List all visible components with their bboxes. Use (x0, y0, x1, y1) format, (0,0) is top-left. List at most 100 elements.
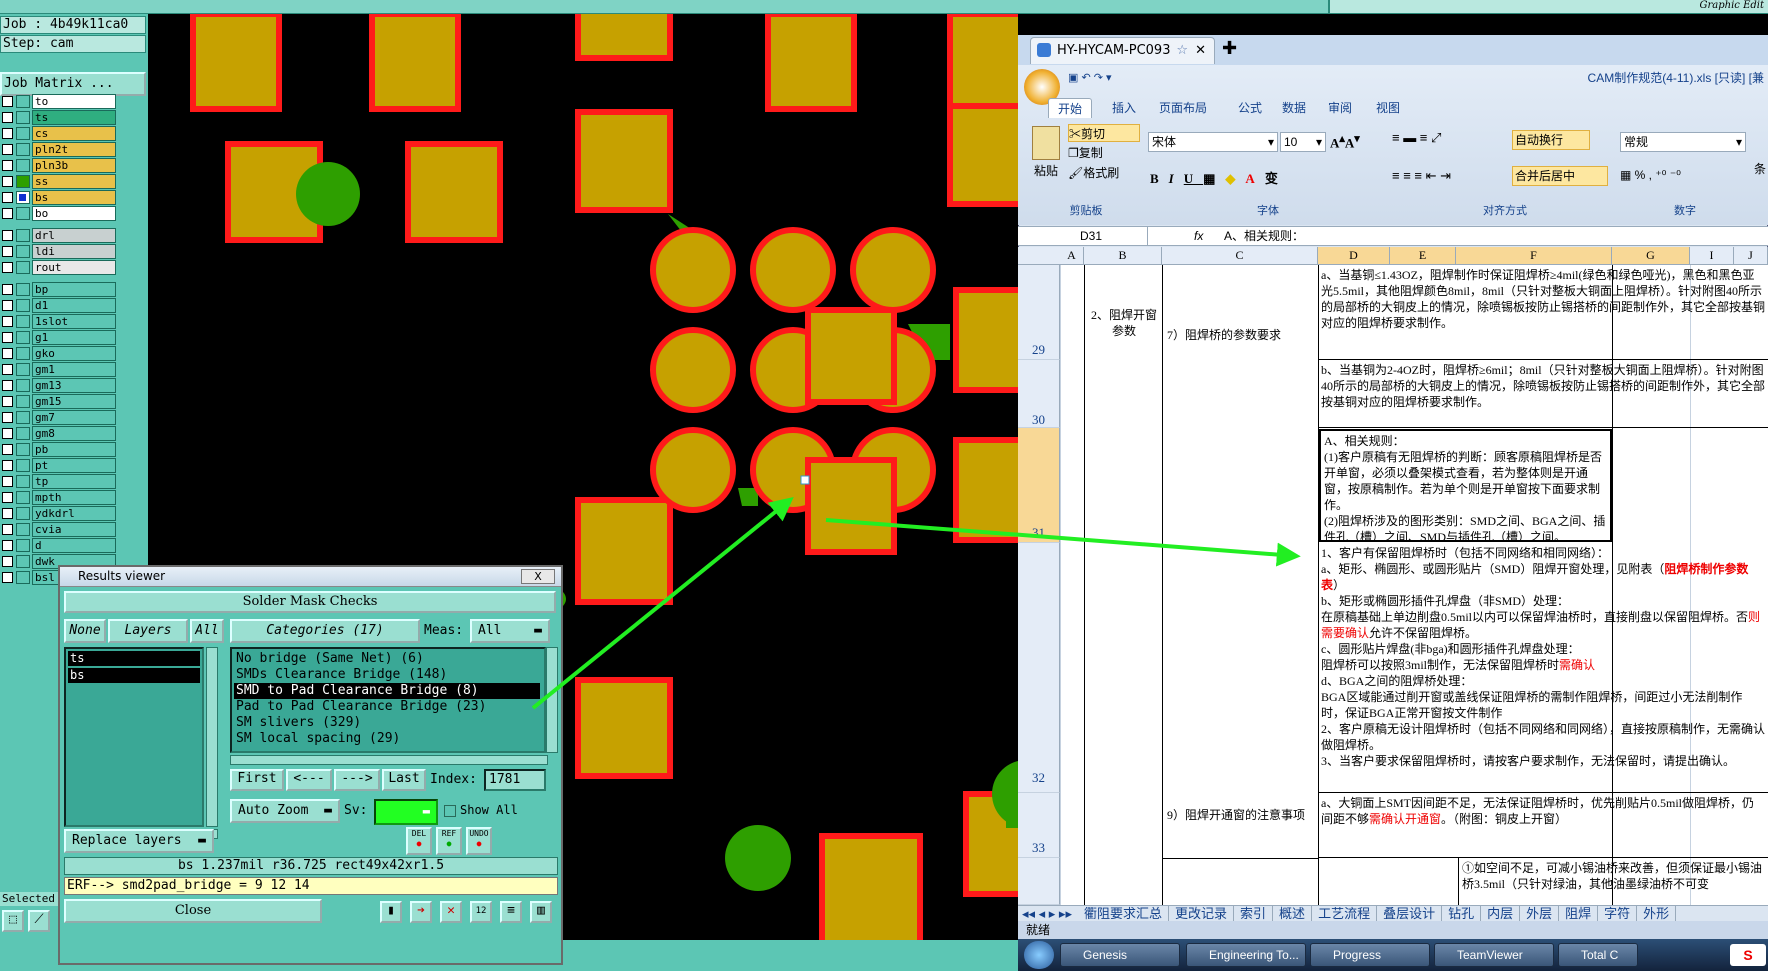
layers-list[interactable]: ts bs (64, 647, 204, 827)
row-header-29[interactable]: 29 (1018, 265, 1060, 360)
cell-b29[interactable]: 2、阻焊开窗参数 (1088, 305, 1160, 345)
taskbar-item[interactable]: TeamViewer (1434, 943, 1554, 967)
layer-affected-toggle[interactable] (16, 111, 30, 124)
layer-checkbox[interactable] (2, 508, 13, 519)
auto-zoom-select[interactable]: Auto Zoom ▬ (230, 799, 340, 823)
layer-affected-toggle[interactable] (16, 229, 30, 242)
vertical-align-buttons[interactable]: ≡ ▬ ≡ ⤢ (1392, 130, 1482, 150)
column-header-G[interactable]: G (1612, 247, 1690, 264)
toolbar-cancel-icon[interactable]: ✕ (440, 901, 462, 923)
layer-name[interactable]: cs (32, 126, 116, 141)
ribbon-tab[interactable]: 插入 (1102, 98, 1146, 118)
sheet-tab[interactable]: 更改记录 (1169, 906, 1235, 922)
ribbon-tab[interactable]: 开始 (1048, 98, 1092, 118)
wrap-text-button[interactable]: 自动换行 (1512, 130, 1590, 150)
sheet-tab[interactable]: 衢阻要求汇总 (1078, 906, 1170, 922)
meas-select[interactable]: All ▬ (470, 619, 550, 643)
layer-checkbox[interactable] (2, 348, 13, 359)
toolbar-chart-icon[interactable]: ▮ (380, 901, 402, 923)
start-button-icon[interactable] (1024, 941, 1054, 969)
layer-name[interactable]: pb (32, 442, 116, 457)
categories-list[interactable]: No bridge (Same Net) (6) SMDs Clearance B… (230, 647, 546, 753)
layer-affected-toggle[interactable] (16, 523, 30, 536)
show-all-checkbox[interactable] (444, 805, 456, 817)
tab-close-icon[interactable]: ✕ (1195, 38, 1206, 63)
job-matrix-button[interactable]: Job Matrix ... (0, 72, 146, 96)
layer-name[interactable]: bo (32, 206, 116, 221)
number-format-select[interactable]: 常规 ▾ (1620, 132, 1746, 152)
layer-row-tp[interactable]: tp (0, 474, 118, 490)
layer-affected-toggle[interactable] (16, 459, 30, 472)
layer-checkbox[interactable] (2, 460, 13, 471)
row-header-32[interactable]: 32 (1018, 543, 1060, 793)
layer-row-ss[interactable]: ss (0, 174, 118, 190)
layer-checkbox[interactable] (2, 540, 13, 551)
layer-name[interactable]: gko (32, 346, 116, 361)
cut-button[interactable]: ✂剪切 (1068, 124, 1140, 142)
tool-measure-icon[interactable]: ⟋ (28, 910, 50, 932)
sheet-tab[interactable]: 工艺流程 (1312, 906, 1378, 922)
layer-row-bp[interactable]: bp (0, 282, 118, 298)
layer-affected-toggle[interactable] (16, 245, 30, 258)
layer-checkbox[interactable] (2, 208, 13, 219)
close-icon[interactable]: X (521, 569, 555, 584)
next-button[interactable]: ---> (334, 769, 380, 791)
cell-d33[interactable]: a、大铜面上SMT因间距不足，无法保证阻焊桥时，优先削贴片0.5mil做阻焊桥，… (1318, 793, 1768, 858)
layer-checkbox[interactable] (2, 192, 13, 203)
layer-row-drl[interactable]: drl (0, 228, 118, 244)
layer-row-ydkdrl[interactable]: ydkdrl (0, 506, 118, 522)
toolbar-arrow-icon[interactable]: ➔ (410, 901, 432, 923)
layer-row-rout[interactable]: rout (0, 260, 118, 276)
replace-layers-select[interactable]: Replace layers ▬ (64, 829, 214, 853)
cell-c33[interactable]: 9）阻焊开通窗的注意事项 (1164, 805, 1316, 845)
layer-row-gm15[interactable]: gm15 (0, 394, 118, 410)
layer-affected-toggle[interactable] (16, 261, 30, 274)
delete-button[interactable]: DEL ● (406, 827, 432, 855)
merge-center-button[interactable]: 合并后居中 (1512, 166, 1608, 186)
layer-checkbox[interactable] (2, 262, 13, 273)
fx-label[interactable]: fx (1194, 227, 1214, 245)
layer-checkbox[interactable] (2, 412, 13, 423)
toolbar-bars-icon[interactable]: ▥ (530, 901, 552, 923)
layer-name[interactable]: gm1 (32, 362, 116, 377)
sheet-tab[interactable]: 字符 (1598, 906, 1638, 922)
layer-checkbox[interactable] (2, 556, 13, 567)
layer-row-mpth[interactable]: mpth (0, 490, 118, 506)
categories-button[interactable]: Categories (17) (230, 619, 420, 643)
sheet-tab[interactable]: 叠层设计 (1377, 906, 1443, 922)
layer-affected-toggle[interactable] (16, 491, 30, 504)
ribbon-tab[interactable]: 数据 (1272, 98, 1316, 118)
toolbar-list-icon[interactable]: ≡ (500, 901, 522, 923)
layer-checkbox[interactable] (2, 332, 13, 343)
font-size-select[interactable]: 10 ▾ (1280, 132, 1326, 152)
layer-name[interactable]: pln2t (32, 142, 116, 157)
sheet-tab[interactable]: 概述 (1273, 906, 1313, 922)
layers-scrollbar[interactable] (206, 647, 218, 827)
sheet-tab[interactable]: 外层 (1520, 906, 1560, 922)
ribbon-tab[interactable]: 页面布局 (1148, 98, 1218, 118)
ribbon-tab[interactable]: 视图 (1366, 98, 1410, 118)
layer-name[interactable]: gm8 (32, 426, 116, 441)
taskbar-item[interactable]: Genesis (1060, 943, 1180, 967)
layer-affected-toggle[interactable] (16, 379, 30, 392)
layer-affected-toggle[interactable] (16, 207, 30, 220)
layer-affected-toggle[interactable] (16, 395, 30, 408)
layer-name[interactable]: gm7 (32, 410, 116, 425)
column-header-A[interactable]: A (1060, 247, 1084, 264)
category-item[interactable]: SM local spacing (29) (234, 731, 540, 747)
layer-name[interactable]: to (32, 94, 116, 109)
layer-checkbox[interactable] (2, 128, 13, 139)
prev-button[interactable]: <--- (286, 769, 332, 791)
worksheet-grid[interactable]: 29 30 31 32 33 2、阻焊开窗参数 7）阻焊桥的参数要求 a、当基铜… (1018, 265, 1768, 905)
layer-affected-toggle[interactable] (16, 411, 30, 424)
taskbar-item[interactable]: Progress (1310, 943, 1430, 967)
layer-row-gm8[interactable]: gm8 (0, 426, 118, 442)
sheet-nav-arrows[interactable]: ◂◂ ◂ ▸ ▸▸ (1022, 906, 1076, 921)
cell-d30[interactable]: b、当基铜为2-4OZ时，阻焊桥≥6mil；8mil（只针对整板大铜面上阻焊桥）… (1318, 360, 1768, 428)
category-item[interactable]: No bridge (Same Net) (6) (234, 651, 540, 667)
cell-d32[interactable]: 1、客户有保留阻焊桥时（包括不同网络和相同网络）： a、矩形、椭圆形、或圆形贴片（… (1318, 543, 1768, 793)
sheet-tab[interactable]: 阻焊 (1559, 906, 1599, 922)
layer-checkbox[interactable] (2, 144, 13, 155)
first-button[interactable]: First (230, 769, 284, 791)
layer-row-pln2t[interactable]: pln2t (0, 142, 118, 158)
